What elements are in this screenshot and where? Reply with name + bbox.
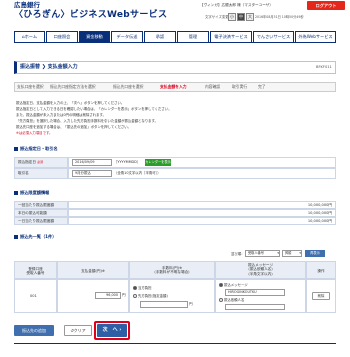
radio-icon: [219, 298, 223, 302]
nav-densai[interactable]: でんさいサービス: [253, 31, 294, 42]
date-format-hint: ［YYYYMMDD］: [114, 160, 141, 164]
section-marker-icon: [14, 191, 18, 195]
clear-button[interactable]: ↺クリア: [64, 325, 92, 336]
available-today-value: 10,000,000円: [307, 211, 332, 215]
fee-amount-input[interactable]: [140, 301, 188, 308]
nav-fund-transfer[interactable]: 資金移動: [79, 31, 110, 42]
font-size-medium-button[interactable]: 中: [237, 13, 245, 21]
instruction-3: また、振込金額が未入力または0円の明細は削除されます。: [16, 113, 106, 117]
step-4: 支払金額を入力: [160, 84, 187, 89]
chevron-down-icon: ▾: [299, 251, 301, 255]
page-title: 振込振替 ❯ 支払金額入力: [20, 64, 78, 70]
date-label: 振込指定日 必須: [14, 157, 68, 168]
col-operation: 操作: [306, 261, 336, 279]
logout-button[interactable]: ログアウト: [307, 1, 345, 10]
service-logo: 〈ひろぎん〉ビジネスWebサービス: [14, 10, 168, 20]
step-6: 取引実行: [232, 84, 248, 89]
nav-account-inquiry[interactable]: 口座照会: [46, 31, 78, 42]
daily-limit-value: 10,000,000円: [307, 219, 332, 223]
font-size-small-button[interactable]: 小: [228, 13, 236, 21]
limit-per-transaction-value: 10,000,000円: [307, 203, 332, 207]
sort-field-select[interactable]: 受取人番号 ▾: [245, 250, 280, 257]
instruction-5: 振込先口座を追加する場合は、「振込先の追加」ボタンを押してください。: [16, 125, 132, 129]
fee-option-ours[interactable]: 当方負担: [133, 286, 152, 290]
step-3: 振込先口座を選択: [113, 84, 144, 89]
bank-name: 広島銀行: [14, 1, 40, 9]
instruction-2: 振込指定日として入力できる日を確認したい場合は、「カレンダーを表示」ボタンを押し…: [16, 107, 172, 111]
step-7: 完了: [258, 84, 266, 89]
font-size-large-button[interactable]: 大: [246, 13, 254, 21]
transaction-name-label: 取引名: [14, 168, 68, 179]
step-2: 振込先口座指定方法を選択: [50, 84, 96, 89]
nav-forex[interactable]: 外為Webサービス: [295, 31, 336, 42]
amount-unit: 円: [122, 293, 126, 297]
delete-row-button[interactable]: 削除: [312, 292, 330, 300]
last-login-time: 2016年08月31日 10時50分49秒: [255, 15, 304, 19]
col-amount: 支払金額(円)※: [57, 261, 129, 279]
step-1: 支払口座を選択: [17, 84, 44, 89]
nav-management[interactable]: 管理: [177, 31, 209, 42]
msg-option-requester[interactable]: 振込依頼人名: [219, 298, 244, 302]
footer-line: [14, 343, 336, 344]
sort-label: 並び順：: [231, 252, 245, 256]
fee-unit: 円: [189, 302, 193, 306]
message-input[interactable]: HIROGINKOUTKU: [225, 289, 285, 296]
resort-button[interactable]: 再表示: [305, 250, 325, 257]
transfer-date-input[interactable]: 2016/09/09: [72, 159, 112, 166]
instruction-1: 振込指定日、支払金額を入力の上、「次へ」ボタンを押してください。: [16, 101, 125, 105]
radio-icon: [133, 294, 137, 298]
fee-option-theirs[interactable]: 先方負担(指定金額): [133, 294, 168, 298]
available-today-label: 本日の振込可能額: [14, 209, 68, 217]
font-size-label: 文字サイズ変更: [205, 15, 229, 19]
transaction-name-input[interactable]: 9月分振込: [72, 170, 112, 177]
screen-id: BFKF011: [316, 65, 332, 69]
section-marker-icon: [14, 147, 18, 151]
col-fee: 手数料(円)※ (手数料が不明な場合): [129, 261, 215, 279]
show-calendar-button[interactable]: カレンダーを表示: [145, 159, 171, 166]
limit-per-transaction-label: 一回当たり振込限度額: [14, 201, 68, 209]
add-payee-button[interactable]: 振込先の追加: [14, 325, 54, 336]
nav-data-transmission[interactable]: データ伝送: [111, 31, 143, 42]
nav-approval[interactable]: 承認: [144, 31, 176, 42]
col-message: 振込メッセージ (振込依頼人名) (半角文字以内): [215, 261, 306, 279]
daily-limit-label: 一日当たり振込限度額: [14, 217, 68, 225]
instruction-required-note: ※は必須入力項目です。: [16, 131, 53, 135]
requester-name-input[interactable]: [225, 304, 285, 310]
nav-e-payment[interactable]: 電子決済サービス: [210, 31, 252, 42]
chevron-down-icon: ▾: [277, 251, 279, 255]
next-button[interactable]: 次 へ ›: [97, 324, 127, 337]
step-5: 内容確認: [205, 84, 221, 89]
chevron-right-icon: ›: [119, 327, 122, 333]
instruction-4: 『先方負担』を選択した場合、入力した先方負担手数料を引いた金額が振込金額となりま…: [16, 119, 158, 123]
nav-home[interactable]: ⌂ホーム: [14, 31, 45, 42]
col-payee-number: 登録口座 受取人番号: [14, 261, 57, 279]
name-format-hint: （全角10文字以内［半角可］）: [114, 171, 161, 175]
section-marker-icon: [14, 235, 18, 239]
section-payees-heading: 振込先一覧（1件）: [14, 234, 56, 239]
sort-order-select[interactable]: 昇順 ▾: [282, 250, 302, 257]
radio-selected-icon: [219, 283, 223, 287]
payee-number: 001: [30, 294, 37, 298]
section-date-heading: 振込指定日・取引名: [14, 146, 58, 151]
amount-input[interactable]: 96,000: [95, 292, 121, 299]
section-limit-heading: 振込限度額情報: [14, 190, 49, 195]
user-info: 【ヴィンガ】広銀太郎 様（マスターユーザ）: [200, 3, 273, 7]
msg-option-message[interactable]: 振込メッセージ: [219, 283, 248, 287]
radio-selected-icon: [133, 286, 137, 290]
